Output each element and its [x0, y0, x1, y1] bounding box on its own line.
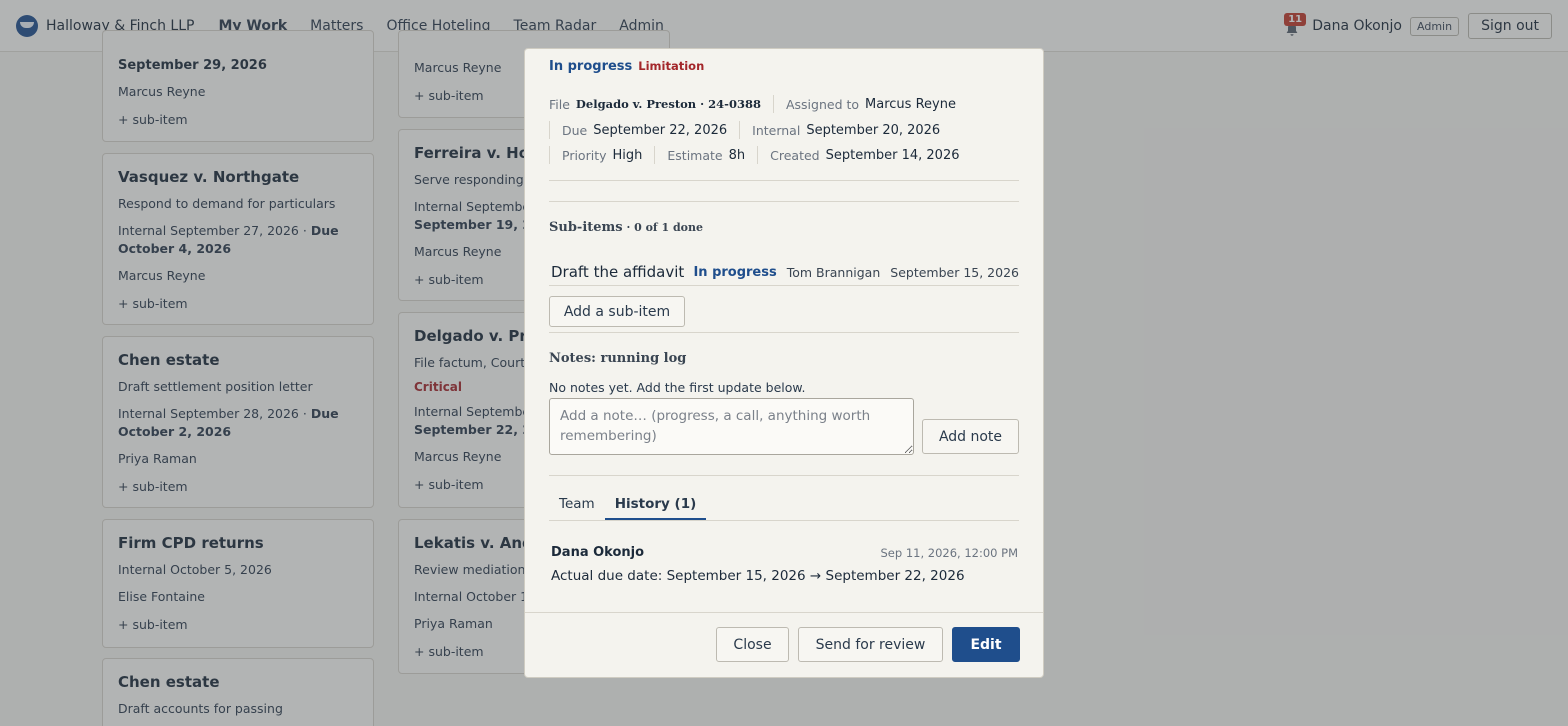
history-timestamp: Sep 11, 2026, 12:00 PM — [880, 546, 1018, 560]
status-badge: In progress — [549, 59, 633, 74]
add-note-button[interactable]: Add note — [922, 419, 1019, 454]
subitem-title[interactable]: Draft the affidavit — [551, 263, 693, 281]
divider — [549, 332, 1019, 333]
subitem-date: September 15, 2026 — [890, 264, 1019, 280]
detail-tabs: Team History (1) — [549, 489, 1019, 521]
subitem-row[interactable]: Draft the affidavit In progress Tom Bran… — [551, 258, 1019, 286]
modal-footer: Close Send for review Edit — [525, 612, 1043, 677]
note-input[interactable] — [549, 398, 914, 455]
internal-label: Internal — [752, 122, 801, 138]
due-value: September 22, 2026 — [593, 122, 728, 138]
internal-value: September 20, 2026 — [806, 122, 941, 138]
notes-empty-text: No notes yet. Add the first update below… — [549, 380, 806, 395]
assigned-label: Assigned to — [785, 96, 860, 112]
estimate-value: 8h — [728, 147, 746, 163]
priority-label: Priority — [562, 147, 607, 163]
file-label: File — [549, 96, 570, 112]
estimate-label: Estimate — [667, 147, 723, 163]
meta-row: Priority High Estimate 8h Created September… — [549, 146, 972, 164]
limitation-tag: Limitation — [638, 59, 705, 73]
divider — [549, 201, 1019, 202]
subitem-status: In progress — [693, 264, 777, 280]
due-label: Due — [562, 122, 588, 138]
meta-row: Due September 22, 2026 Internal September … — [549, 121, 952, 139]
edit-button[interactable]: Edit — [952, 627, 1020, 662]
task-detail-modal: In progress Limitation File Delgado v. Pre… — [524, 48, 1044, 678]
created-label: Created — [770, 147, 820, 163]
tab-team[interactable]: Team — [549, 496, 605, 520]
history-author: Dana Okonjo — [551, 545, 645, 560]
subitems-progress: · 0 of 1 done — [622, 221, 704, 234]
file-value[interactable]: Delgado v. Preston · 24-0388 — [576, 97, 761, 111]
send-for-review-button[interactable]: Send for review — [798, 627, 943, 662]
tab-history[interactable]: History (1) — [604, 496, 707, 520]
add-subitem-button[interactable]: Add a sub-item — [549, 296, 685, 327]
notes-heading: Notes: running log — [549, 351, 687, 366]
divider — [549, 180, 1019, 181]
subitem-assignee: Tom Brannigan — [786, 264, 881, 280]
created-value: September 14, 2026 — [825, 147, 960, 163]
priority-value: High — [612, 147, 643, 163]
status-line: In progress Limitation — [549, 59, 704, 74]
history-change: Actual due date: September 15, 2026 → Se… — [551, 568, 965, 584]
divider — [549, 285, 1019, 286]
meta-row: File Delgado v. Preston · 24-0388 Assigne… — [549, 95, 968, 113]
subitems-heading: Sub-items · 0 of 1 done — [549, 220, 704, 235]
assigned-value: Marcus Reyne — [865, 96, 956, 112]
close-button[interactable]: Close — [716, 627, 789, 662]
modal-body: In progress Limitation File Delgado v. Pre… — [549, 49, 1020, 614]
divider — [549, 475, 1019, 476]
